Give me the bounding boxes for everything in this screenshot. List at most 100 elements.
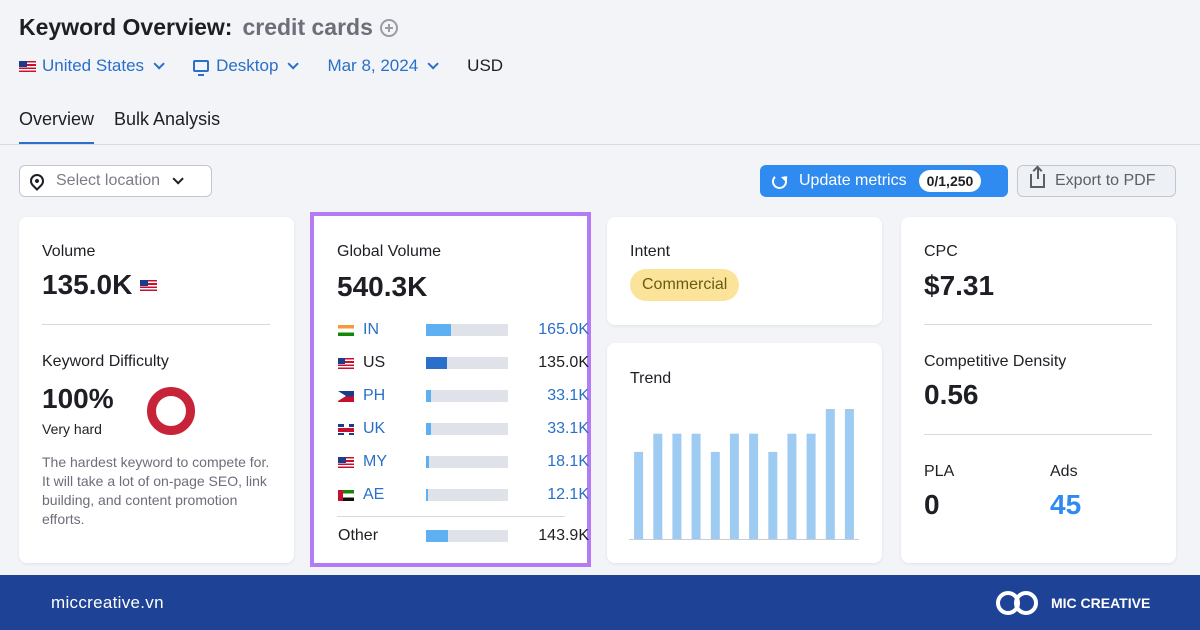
tab-divider bbox=[0, 144, 1200, 145]
pla-label: PLA bbox=[924, 463, 955, 480]
update-count-badge: 0/1,250 bbox=[918, 170, 982, 192]
country-code[interactable]: MY bbox=[363, 453, 403, 471]
chevron-down-icon bbox=[287, 58, 300, 70]
add-keyword-icon[interactable] bbox=[379, 18, 398, 37]
country-row-other: Other 143.9K bbox=[338, 526, 589, 546]
trend-bar[interactable] bbox=[634, 451, 644, 539]
intent-badge: Commercial bbox=[630, 269, 740, 301]
trend-bar[interactable] bbox=[787, 433, 797, 539]
trend-bar[interactable] bbox=[749, 433, 759, 539]
desktop-icon bbox=[193, 60, 210, 76]
trend-bar[interactable] bbox=[672, 433, 682, 539]
country-volume[interactable]: 33.1K bbox=[513, 420, 589, 438]
country-label: United States bbox=[42, 56, 145, 75]
country-volume[interactable]: 33.1K bbox=[513, 387, 589, 405]
chevron-down-icon bbox=[172, 173, 184, 185]
country-row-my: MY 18.1K bbox=[338, 452, 589, 472]
country-volume[interactable]: 165.0K bbox=[513, 321, 589, 339]
country-volume: 135.0K bbox=[538, 354, 589, 371]
volume-share-bar bbox=[426, 390, 508, 402]
export-pdf-button[interactable]: Export to PDF bbox=[1017, 165, 1176, 197]
country-row-ae: AE 12.1K bbox=[338, 485, 589, 505]
volume-share-bar bbox=[426, 456, 508, 468]
keyword-text: credit cards bbox=[242, 14, 373, 40]
keyword-difficulty-description: The hardest keyword to compete for. It w… bbox=[42, 454, 270, 527]
intent-label: Intent bbox=[630, 243, 671, 260]
footer-site: miccreative.vn bbox=[51, 593, 164, 612]
country-row-in: IN 165.0K bbox=[338, 320, 589, 340]
tab-bulk-analysis[interactable]: Bulk Analysis bbox=[114, 109, 220, 145]
trend-bar[interactable] bbox=[768, 451, 778, 539]
country-volume[interactable]: 18.1K bbox=[513, 453, 589, 471]
trend-bar[interactable] bbox=[806, 433, 816, 539]
trend-bar[interactable] bbox=[729, 433, 739, 539]
location-placeholder: Select location bbox=[56, 172, 161, 189]
update-metrics-button[interactable]: Update metrics 0/1,250 bbox=[760, 165, 1008, 197]
pla-value: 0 bbox=[924, 489, 940, 520]
card-divider bbox=[337, 516, 565, 517]
other-label: Other bbox=[338, 527, 379, 544]
location-select[interactable]: Select location bbox=[19, 165, 212, 197]
trend-bar[interactable] bbox=[710, 451, 720, 539]
other-volume: 143.9K bbox=[538, 527, 589, 544]
us-flag-icon bbox=[19, 60, 36, 72]
currency-label: USD bbox=[467, 56, 504, 75]
volume-share-bar bbox=[426, 530, 508, 542]
competitive-density-value: 0.56 bbox=[924, 379, 979, 410]
page-title: Keyword Overview: credit cards bbox=[19, 14, 398, 41]
card-divider bbox=[924, 434, 1152, 435]
volume-share-bar bbox=[426, 423, 508, 435]
country-code[interactable]: PH bbox=[363, 387, 403, 405]
country-code[interactable]: IN bbox=[363, 321, 403, 339]
device-dropdown[interactable]: Desktop bbox=[193, 56, 300, 76]
refresh-icon bbox=[772, 173, 787, 189]
us-flag-icon bbox=[338, 357, 354, 369]
us-flag-icon bbox=[140, 279, 158, 291]
cpc-label: CPC bbox=[924, 243, 958, 260]
volume-share-bar bbox=[426, 357, 508, 369]
difficulty-donut-icon bbox=[147, 387, 195, 435]
keyword-difficulty-level: Very hard bbox=[42, 421, 102, 437]
device-label: Desktop bbox=[216, 56, 279, 75]
update-metrics-label: Update metrics bbox=[799, 172, 907, 189]
footer-brand: MIC CREATIVE bbox=[995, 589, 1150, 617]
card-divider bbox=[42, 324, 270, 325]
country-volume[interactable]: 12.1K bbox=[513, 486, 589, 504]
country-code[interactable]: AE bbox=[363, 486, 403, 504]
trend-bar[interactable] bbox=[691, 433, 701, 539]
ads-value[interactable]: 45 bbox=[1050, 489, 1081, 521]
volume-card: Volume 135.0K Keyword Difficulty 100% Ve… bbox=[19, 217, 294, 563]
keyword-difficulty-value: 100% bbox=[42, 383, 114, 414]
card-divider bbox=[924, 324, 1152, 325]
uae-flag-icon bbox=[338, 489, 354, 501]
keyword-difficulty-label: Keyword Difficulty bbox=[42, 353, 169, 370]
date-label: Mar 8, 2024 bbox=[327, 56, 419, 75]
trend-bar[interactable] bbox=[844, 409, 854, 539]
page-title-text: Keyword Overview: bbox=[19, 14, 233, 40]
date-dropdown[interactable]: Mar 8, 2024 bbox=[327, 56, 439, 76]
chevron-down-icon bbox=[427, 58, 439, 70]
cpc-value: $7.31 bbox=[924, 270, 995, 301]
location-pin-icon bbox=[27, 171, 47, 191]
competitive-density-label: Competitive Density bbox=[924, 353, 1067, 370]
volume-label: Volume bbox=[42, 243, 96, 260]
india-flag-icon bbox=[338, 324, 354, 336]
uk-flag-icon bbox=[338, 423, 354, 435]
ads-label: Ads bbox=[1050, 463, 1078, 480]
volume-share-bar bbox=[426, 324, 508, 336]
trend-bar[interactable] bbox=[653, 433, 663, 539]
trend-label: Trend bbox=[630, 370, 672, 387]
brand-logo-icon bbox=[996, 591, 1038, 615]
philippines-flag-icon bbox=[338, 390, 354, 402]
chevron-down-icon bbox=[153, 58, 165, 70]
country-code[interactable]: UK bbox=[363, 420, 403, 438]
country-dropdown[interactable]: United States bbox=[19, 56, 165, 76]
country-row-uk: UK 33.1K bbox=[338, 419, 589, 439]
filter-bar: United States Desktop Mar 8, 2024 USD bbox=[19, 56, 503, 76]
trend-bar[interactable] bbox=[825, 409, 835, 539]
volume-share-bar bbox=[426, 489, 508, 501]
cpc-card: CPC $7.31 Competitive Density 0.56 PLA 0… bbox=[901, 217, 1176, 563]
tab-overview[interactable]: Overview bbox=[19, 109, 95, 145]
brand-name: MIC CREATIVE bbox=[1051, 595, 1151, 611]
footer-bar: miccreative.vn MIC CREATIVE bbox=[0, 575, 1200, 630]
